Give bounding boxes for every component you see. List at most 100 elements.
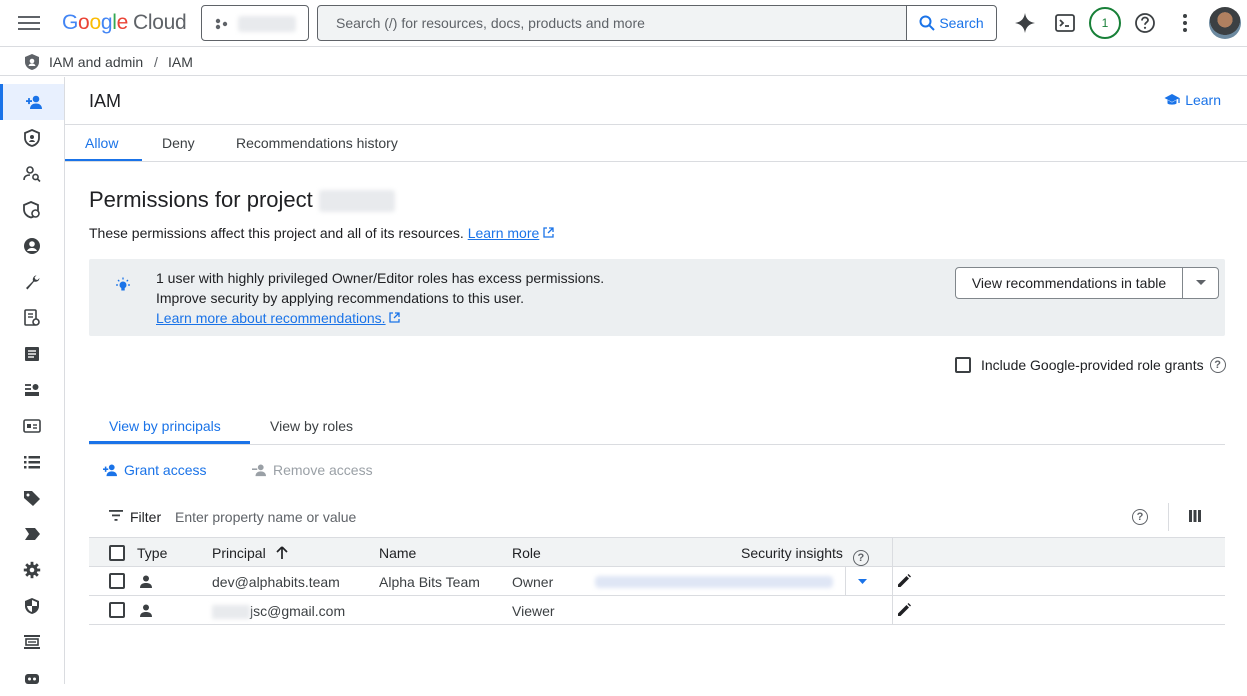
column-name[interactable]: Name xyxy=(379,545,416,561)
filter-label: Filter xyxy=(130,509,162,525)
nav-tags[interactable] xyxy=(0,480,64,516)
permissions-title: Permissions for project xyxy=(89,187,395,213)
nav-troubleshooter[interactable] xyxy=(0,264,64,300)
nav-labels[interactable] xyxy=(0,444,64,480)
nav-audit[interactable] xyxy=(0,300,64,336)
learn-link[interactable]: Learn xyxy=(1164,92,1221,108)
tag-icon xyxy=(24,491,40,506)
tab-deny[interactable]: Deny xyxy=(162,135,195,151)
robot-icon xyxy=(25,674,39,684)
security-insight-redacted xyxy=(595,576,833,588)
user-avatar[interactable] xyxy=(1209,7,1241,39)
tab-recommendations-history[interactable]: Recommendations history xyxy=(236,135,398,151)
nav-organization[interactable] xyxy=(0,336,64,372)
learn-more-recommendations-link[interactable]: Learn more about recommendations. xyxy=(156,310,386,326)
include-google-grants-checkbox[interactable] xyxy=(955,357,971,373)
breadcrumb-iam[interactable]: IAM xyxy=(168,54,193,70)
person-remove-icon xyxy=(252,464,266,477)
recommendation-line-2: Improve security by applying recommendat… xyxy=(156,290,525,306)
open-in-new-icon xyxy=(543,227,554,238)
nav-identity[interactable] xyxy=(0,156,64,192)
column-security-insights[interactable]: Security insights ? xyxy=(741,545,869,566)
nav-workload-identity[interactable] xyxy=(0,408,64,444)
nav-policy[interactable] xyxy=(0,192,64,228)
document-icon xyxy=(25,347,39,361)
learn-more-link[interactable]: Learn more xyxy=(468,225,540,241)
nav-settings[interactable] xyxy=(0,552,64,588)
tab-view-by-principals[interactable]: View by principals xyxy=(109,418,221,434)
page-title: IAM xyxy=(89,91,122,111)
search-button[interactable]: Search xyxy=(906,6,996,40)
nav-account[interactable] xyxy=(0,228,64,264)
grant-access-button[interactable]: Grant access xyxy=(102,462,206,478)
shield-icon xyxy=(24,129,40,147)
nav-iam[interactable] xyxy=(0,84,64,120)
select-all-checkbox[interactable] xyxy=(109,545,125,561)
row-checkbox[interactable] xyxy=(109,573,125,589)
label-icon xyxy=(25,528,40,540)
tab-allow[interactable]: Allow xyxy=(85,135,118,151)
menu-icon[interactable] xyxy=(18,13,40,33)
recommendations-dropdown-button[interactable] xyxy=(1183,268,1218,298)
remove-access-button[interactable]: Remove access xyxy=(251,462,373,478)
list-icon xyxy=(24,456,40,469)
filter-bar: Filter ? xyxy=(89,501,1225,533)
filter-icon xyxy=(109,510,123,521)
nav-quotas[interactable] xyxy=(0,624,64,660)
expand-insights-button[interactable] xyxy=(845,567,879,596)
column-type[interactable]: Type xyxy=(137,545,167,561)
column-role[interactable]: Role xyxy=(512,545,541,561)
tabs-divider xyxy=(65,161,1247,162)
filter-input[interactable] xyxy=(175,505,675,529)
project-hub-icon xyxy=(215,18,228,30)
nav-pam[interactable] xyxy=(0,120,64,156)
breadcrumb-iam-admin[interactable]: IAM and admin xyxy=(49,54,143,70)
lightbulb-icon xyxy=(116,277,130,291)
breadcrumb-separator: / xyxy=(154,54,158,70)
project-name-redacted xyxy=(238,16,296,32)
key-icon xyxy=(25,384,39,396)
role-cell: Owner xyxy=(512,574,554,590)
nav-service-accounts[interactable] xyxy=(0,372,64,408)
iam-shield-icon xyxy=(25,54,39,70)
help-icon[interactable]: ? xyxy=(1209,357,1226,373)
google-cloud-logo[interactable]: Google Cloud xyxy=(62,11,187,35)
main-content: IAM Learn Allow Deny Recommendations his… xyxy=(65,77,1247,684)
include-google-grants-row: Include Google-provided role grants ? xyxy=(955,357,1226,373)
email-redacted xyxy=(212,605,250,620)
nav-robot[interactable] xyxy=(0,660,64,696)
cloud-shell-icon[interactable] xyxy=(1053,11,1077,35)
nav-privacy-security[interactable] xyxy=(0,588,64,624)
divider xyxy=(1168,503,1169,531)
principal-cell: jsc@gmail.com xyxy=(212,603,345,620)
edit-icon[interactable] xyxy=(896,573,912,589)
help-icon[interactable] xyxy=(1133,11,1157,35)
help-icon[interactable]: ? xyxy=(1132,509,1148,525)
help-icon[interactable]: ? xyxy=(852,550,869,566)
notifications-badge[interactable]: 1 xyxy=(1089,7,1121,39)
gemini-icon[interactable] xyxy=(1013,11,1037,35)
recommendation-banner: 1 user with highly privileged Owner/Edit… xyxy=(89,259,1225,336)
table-row: jsc@gmail.com Viewer xyxy=(89,596,1225,625)
school-icon xyxy=(1164,94,1180,105)
view-recommendations-button[interactable]: View recommendations in table xyxy=(956,268,1183,298)
recommendation-link-row: Learn more about recommendations. xyxy=(156,310,401,326)
search-input[interactable] xyxy=(318,6,908,40)
search-icon xyxy=(919,15,936,31)
arrow-drop-down-icon xyxy=(858,579,867,584)
more-vert-icon[interactable] xyxy=(1173,11,1197,35)
row-checkbox[interactable] xyxy=(109,602,125,618)
nav-labels-2[interactable] xyxy=(0,516,64,552)
column-display-icon[interactable] xyxy=(1188,509,1202,523)
tab-view-by-roles[interactable]: View by roles xyxy=(270,418,353,434)
column-principal[interactable]: Principal xyxy=(212,545,288,561)
search-bar: Search xyxy=(317,5,997,41)
settings-icon xyxy=(23,561,41,579)
project-picker[interactable] xyxy=(201,5,309,41)
person-icon xyxy=(140,604,152,617)
name-cell: Alpha Bits Team xyxy=(379,574,480,590)
security-icon xyxy=(25,598,39,614)
column-divider xyxy=(892,537,893,625)
edit-icon[interactable] xyxy=(896,602,912,618)
top-bar: GoogleCloud Search 1 xyxy=(0,0,1247,47)
